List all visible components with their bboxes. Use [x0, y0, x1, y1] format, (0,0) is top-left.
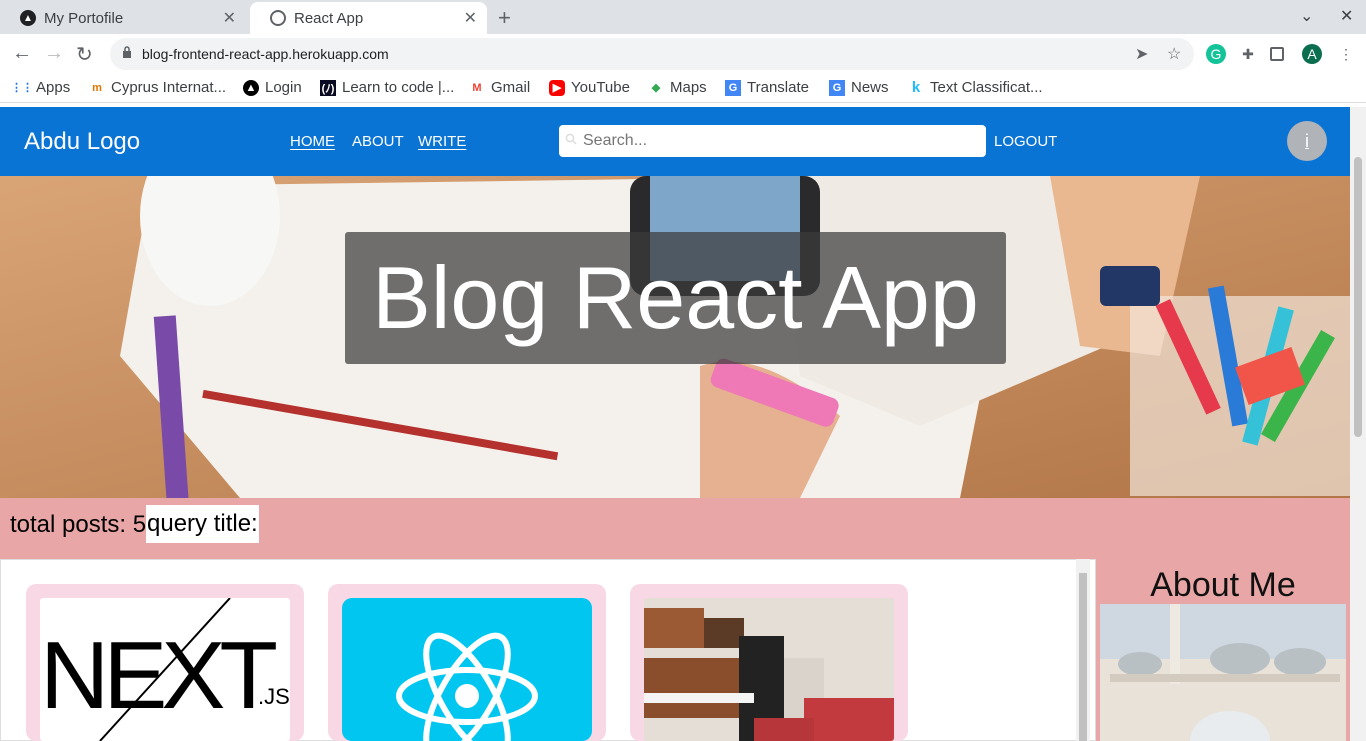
page-scrollbar-thumb[interactable] — [1354, 157, 1362, 437]
page-viewport: Abdu Logo HOME ABOUT WRITE LOGOUT i — [0, 107, 1350, 741]
close-tab-icon[interactable]: ✕ — [464, 8, 477, 28]
hero-title-panel: Blog React App — [345, 232, 1006, 364]
bookmark-translate[interactable]: G Translate — [725, 79, 809, 96]
tab-search-chevron-icon[interactable]: ⌄ — [1300, 6, 1313, 26]
bookmarks-bar: ⋮⋮ Apps m Cyprus Internat... ▲ Login (ﾉ)… — [0, 74, 1366, 103]
bookmark-login[interactable]: ▲ Login — [243, 79, 302, 96]
freecodecamp-icon: (ﾉ) — [320, 79, 336, 96]
mosque-photo — [1100, 604, 1346, 741]
bookmark-text-classification[interactable]: k Text Classificat... — [908, 79, 1043, 96]
nav-write-link[interactable]: WRITE — [418, 133, 466, 150]
kitchen-photo — [644, 598, 894, 741]
translate-icon: G — [725, 79, 741, 96]
user-avatar[interactable]: i — [1287, 121, 1327, 161]
tab-title: My Portofile — [44, 9, 124, 27]
bookmark-cyprus[interactable]: m Cyprus Internat... — [89, 79, 226, 96]
cyprus-icon: m — [92, 81, 102, 94]
post-card[interactable] — [328, 584, 606, 741]
site-navbar: Abdu Logo HOME ABOUT WRITE LOGOUT i — [0, 107, 1350, 176]
profile-avatar[interactable]: A — [1302, 44, 1322, 64]
close-tab-icon[interactable]: ✕ — [223, 8, 236, 28]
maps-icon: ◆ — [651, 82, 661, 94]
portfolio-favicon-icon: ▲ — [20, 10, 36, 26]
address-bar[interactable]: blog-frontend-react-app.herokuapp.com ➤ … — [110, 38, 1194, 70]
brand-logo[interactable]: Abdu Logo — [24, 128, 140, 156]
bookmark-learn-to-code[interactable]: (ﾉ) Learn to code |... — [320, 79, 454, 96]
logout-link[interactable]: LOGOUT — [994, 133, 1057, 150]
new-tab-button[interactable]: + — [498, 5, 511, 31]
kebab-menu-icon[interactable]: ⋮ — [1336, 44, 1356, 64]
side-panel-icon[interactable] — [1270, 47, 1284, 61]
url-text: blog-frontend-react-app.herokuapp.com — [142, 46, 389, 62]
hero-banner: Blog React App — [0, 176, 1350, 498]
tab-react-app[interactable]: React App ✕ — [250, 2, 487, 34]
lock-icon — [123, 46, 131, 58]
page-scrollbar[interactable] — [1350, 107, 1366, 741]
bookmark-news[interactable]: G News — [829, 79, 889, 96]
news-icon: G — [829, 79, 845, 96]
search-box[interactable] — [559, 125, 986, 157]
nextjs-logo-icon: NEXT .JS — [40, 598, 290, 741]
bookmark-apps[interactable]: ⋮⋮ Apps — [11, 79, 70, 96]
about-me-photo — [1100, 604, 1346, 741]
tab-strip: ▲ My Portofile ✕ React App ✕ + ⌄ ✕ — [0, 0, 1366, 34]
star-bookmark-icon[interactable]: ☆ — [1167, 44, 1181, 64]
bookmark-gmail[interactable]: M Gmail — [469, 79, 530, 96]
svg-text:.JS: .JS — [258, 684, 290, 709]
extensions-puzzle-icon[interactable]: ✚ — [1238, 44, 1258, 64]
apps-grid-icon: ⋮⋮ — [11, 82, 33, 94]
about-sidebar: About Me — [1096, 559, 1350, 741]
search-icon — [565, 133, 577, 145]
hero-title: Blog React App — [372, 248, 979, 347]
post-thumbnail-react[interactable] — [342, 598, 592, 741]
bookmark-youtube[interactable]: ▶ YouTube — [549, 79, 630, 96]
nav-about-link[interactable]: ABOUT — [352, 133, 404, 150]
tab-my-portofile[interactable]: ▲ My Portofile ✕ — [0, 2, 246, 34]
kaggle-icon: k — [911, 79, 921, 96]
close-window-icon[interactable]: ✕ — [1340, 6, 1353, 26]
total-posts-count: total posts: 5 — [10, 511, 147, 538]
post-thumbnail-nextjs[interactable]: NEXT .JS — [40, 598, 290, 741]
search-input[interactable] — [583, 132, 973, 150]
gmail-icon: M — [472, 81, 482, 94]
globe-icon — [270, 10, 286, 26]
grammarly-icon[interactable]: G — [1206, 44, 1226, 64]
send-icon[interactable]: ➤ — [1135, 44, 1148, 64]
post-card[interactable]: NEXT .JS — [26, 584, 304, 741]
react-logo-icon — [396, 632, 538, 741]
about-me-title: About Me — [1150, 566, 1296, 604]
posts-header: total posts: 5 query title: — [0, 498, 1350, 558]
tab-title: React App — [294, 9, 364, 27]
login-icon: ▲ — [243, 79, 259, 96]
bookmark-maps[interactable]: ◆ Maps — [648, 79, 707, 96]
post-thumbnail-kitchen[interactable] — [644, 598, 894, 741]
reload-icon[interactable]: ↻ — [76, 42, 93, 67]
back-arrow-icon[interactable]: ← — [12, 42, 32, 65]
forward-arrow-icon[interactable]: → — [44, 42, 64, 65]
post-card[interactable] — [630, 584, 908, 741]
nav-home-link[interactable]: HOME — [290, 133, 335, 150]
browser-toolbar: ← → ↻ blog-frontend-react-app.herokuapp.… — [0, 34, 1366, 74]
youtube-icon: ▶ — [549, 79, 565, 96]
posts-scrollbar[interactable] — [1076, 559, 1090, 741]
query-title-label: query title: — [146, 505, 259, 543]
